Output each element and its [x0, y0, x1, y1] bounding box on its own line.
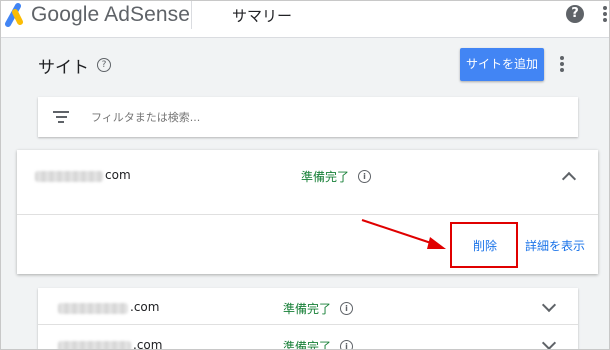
status-info-icon[interactable]: i — [340, 302, 353, 315]
filter-icon[interactable] — [53, 111, 69, 123]
annotation-highlight-box — [450, 222, 518, 268]
site-status: 準備完了 — [283, 340, 332, 350]
filter-search-bar[interactable]: フィルタまたは検索... — [38, 97, 578, 137]
redacted-domain — [58, 303, 128, 314]
top-app-bar: Google AdSense サマリー ? — [1, 1, 609, 38]
header-divider — [191, 1, 192, 29]
site-domain[interactable]: .com — [133, 338, 162, 349]
status-info-icon[interactable]: i — [358, 170, 371, 183]
row-divider — [38, 324, 578, 325]
site-domain[interactable]: com — [105, 168, 131, 182]
view-details-link[interactable]: 詳細を表示 — [525, 237, 585, 254]
redacted-domain — [35, 171, 103, 182]
chevron-down-icon[interactable] — [541, 335, 557, 349]
site-list-collapsed: .com 準備完了 i .com 準備完了 i — [38, 288, 578, 350]
site-status: 準備完了 — [283, 302, 332, 316]
screenshot-frame: Google AdSense サマリー ? サイト ? サイトを追加 フィルタま… — [0, 0, 610, 350]
page-title: サマリー — [232, 7, 293, 25]
site-domain[interactable]: .com — [130, 300, 159, 314]
card-divider — [17, 214, 598, 215]
filter-search-input[interactable]: フィルタまたは検索... — [91, 109, 200, 125]
chevron-down-icon[interactable] — [541, 297, 557, 313]
site-status: 準備完了 — [301, 170, 350, 184]
sites-help-icon[interactable]: ? — [97, 58, 111, 72]
redacted-domain — [58, 341, 131, 349]
sites-more-options-icon[interactable] — [560, 56, 566, 74]
adsense-logo-icon — [5, 3, 23, 27]
status-info-icon[interactable]: i — [340, 340, 353, 349]
sites-heading: サイト — [38, 58, 89, 78]
chevron-up-icon[interactable] — [561, 171, 577, 187]
help-icon[interactable]: ? — [566, 5, 584, 23]
more-vert-icon[interactable] — [601, 6, 609, 22]
product-name: Google AdSense — [31, 3, 191, 26]
add-site-button[interactable]: サイトを追加 — [460, 48, 544, 81]
